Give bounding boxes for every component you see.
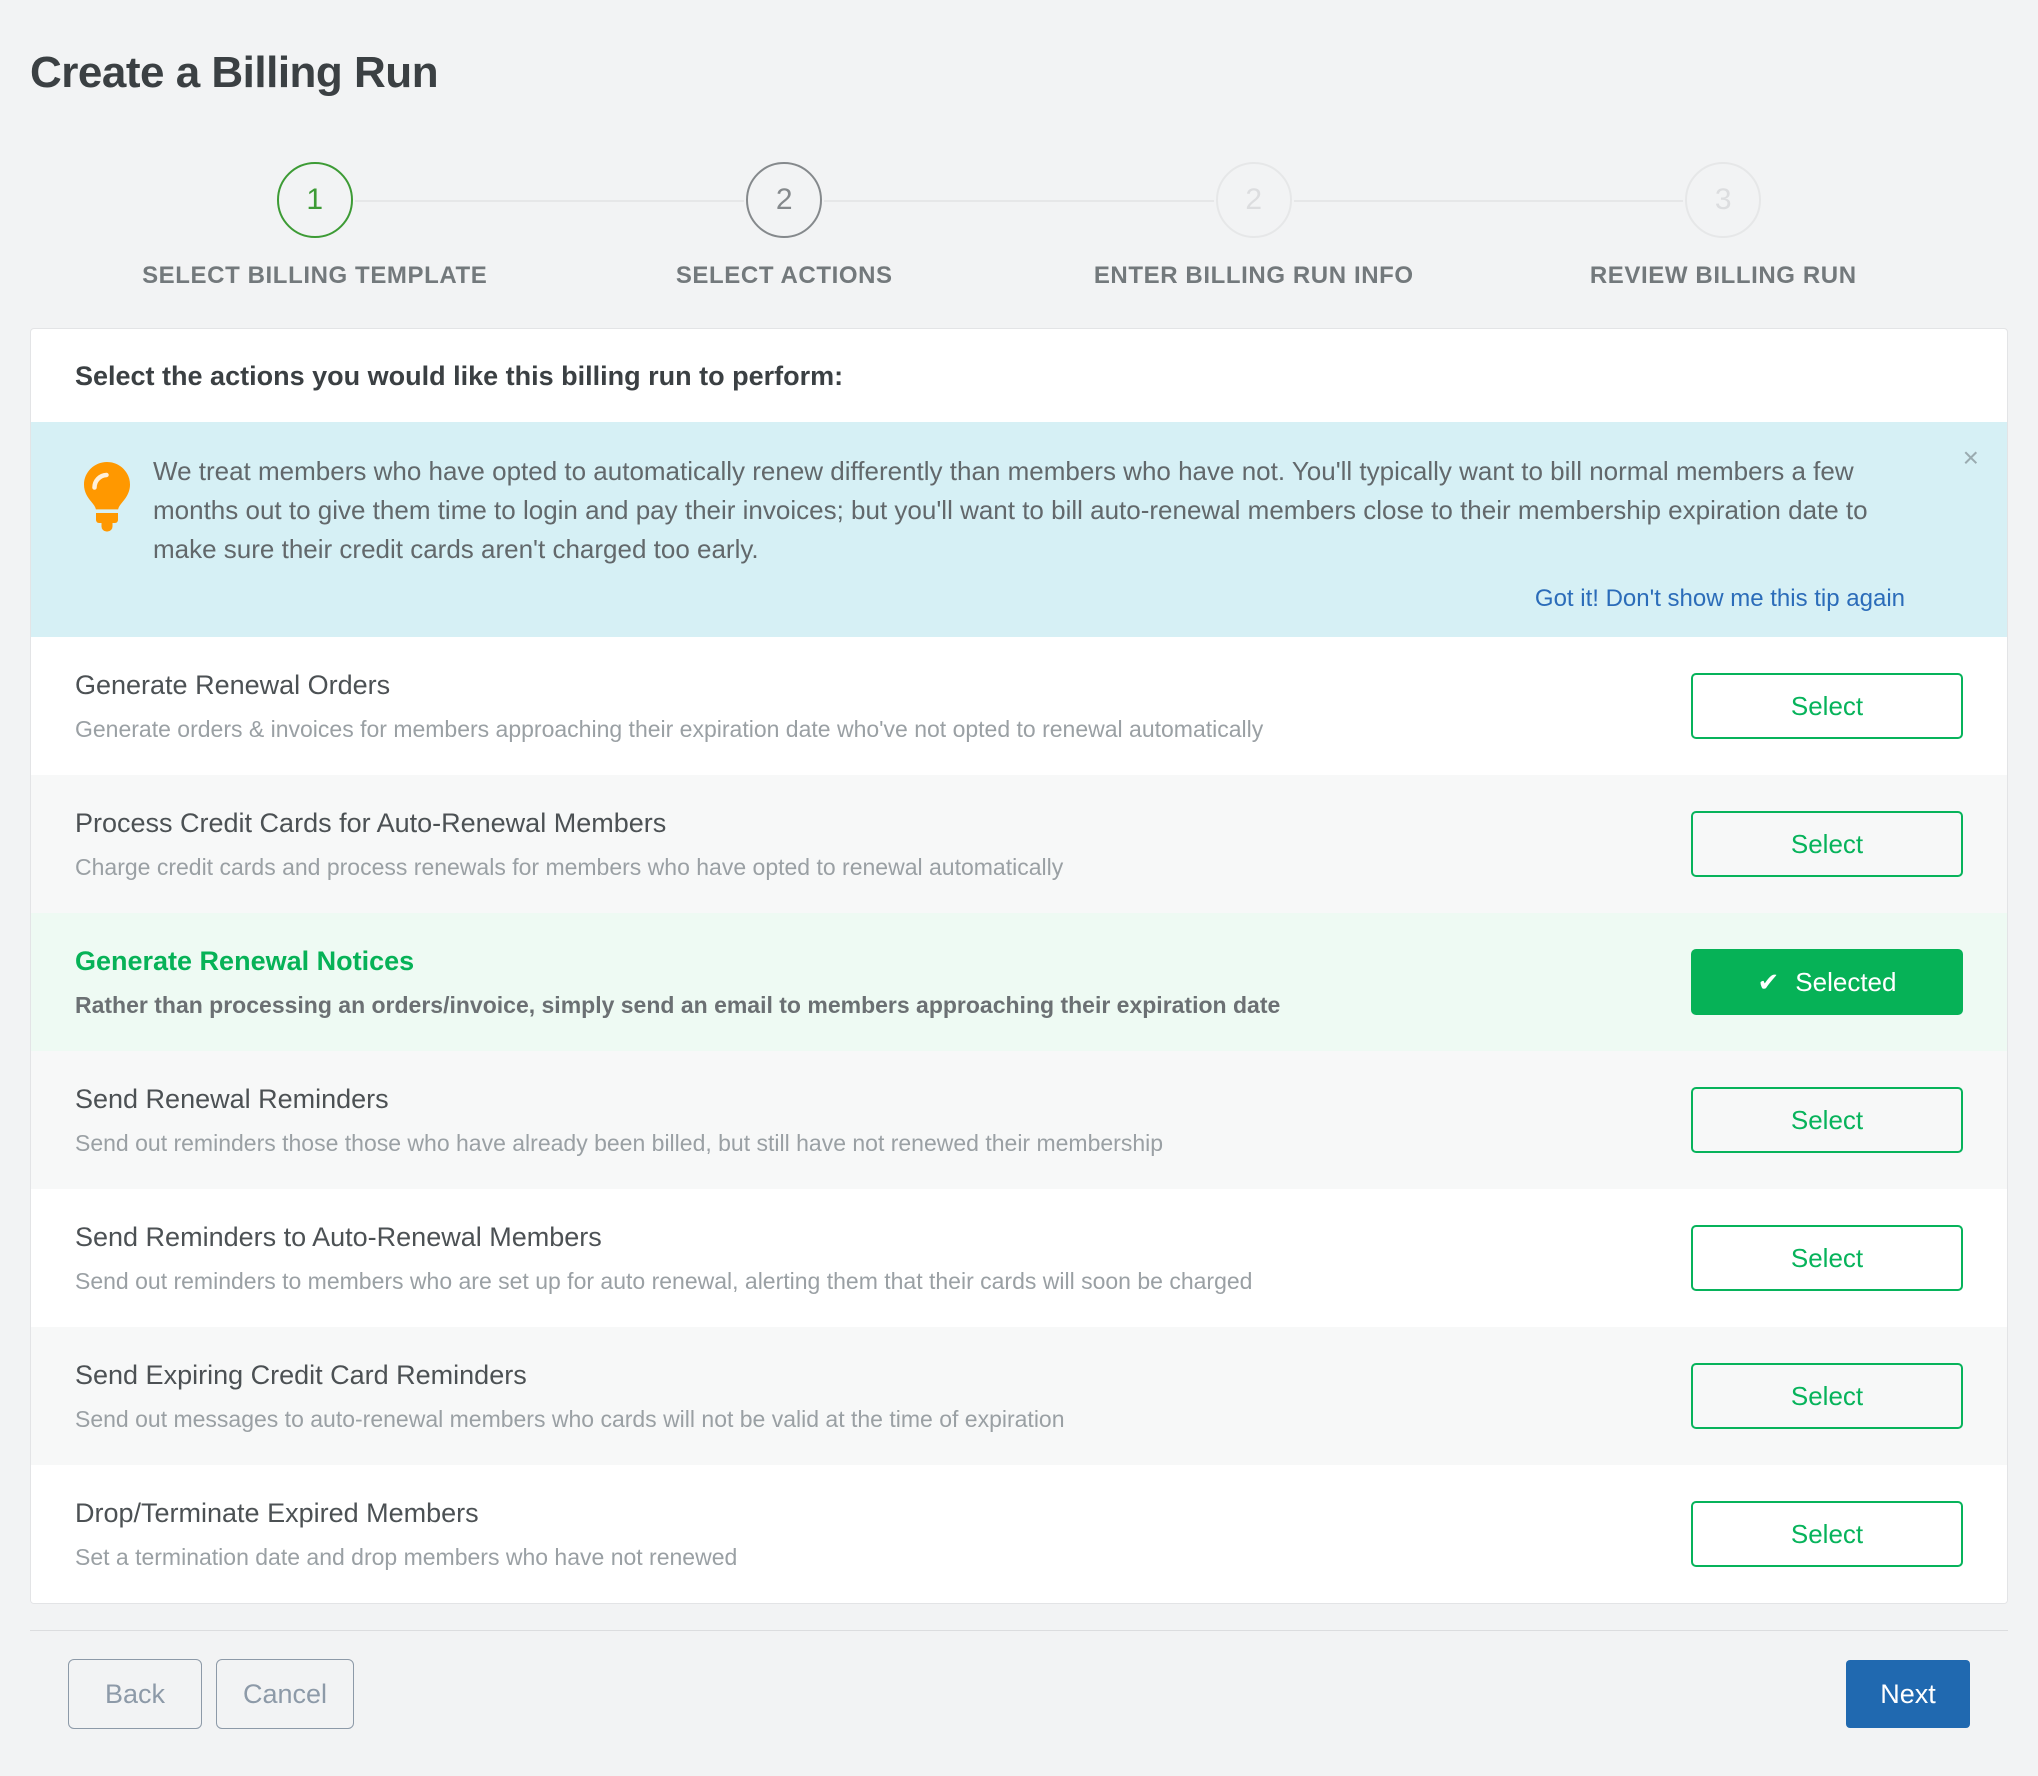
action-title: Drop/Terminate Expired Members (75, 1497, 479, 1528)
stepper-step-3[interactable]: 2 Enter Billing Run Info (1019, 160, 1489, 290)
action-text: Drop/Terminate Expired Members Set a term… (75, 1496, 1691, 1573)
action-select-button[interactable]: Select (1691, 1087, 1963, 1154)
action-select-button[interactable]: Select (1691, 1363, 1963, 1430)
action-row[interactable]: Send Expiring Credit Card Reminders Send … (31, 1327, 2007, 1466)
action-text: Send Renewal Reminders Send out reminders… (75, 1082, 1691, 1159)
action-description: Charge credit cards and process renewals… (75, 853, 1064, 880)
dismiss-tip-link[interactable]: Got it! Don't show me this tip again (1535, 585, 1905, 612)
stepper-step-number: 2 (1215, 162, 1292, 239)
action-button-label: Selected (1795, 966, 1897, 997)
action-title: Send Expiring Credit Card Reminders (75, 1359, 527, 1390)
action-title: Send Reminders to Auto-Renewal Members (75, 1221, 602, 1252)
next-button[interactable]: Next (1846, 1660, 1970, 1729)
stepper-step-number: 2 (746, 162, 823, 239)
action-description: Rather than processing an orders/invoice… (75, 991, 1281, 1018)
action-description: Send out messages to auto-renewal member… (75, 1405, 1065, 1432)
action-row[interactable]: Generate Renewal Orders Generate orders &… (31, 637, 2007, 776)
page-title: Create a Billing Run (30, 48, 439, 98)
stepper-step-label: Review Billing Run (1589, 262, 1857, 290)
action-title: Send Renewal Reminders (75, 1083, 389, 1114)
wizard-stepper: 1 Select Billing Template 2 Select Actions 2… (0, 160, 2038, 290)
action-title: Generate Renewal Notices (75, 945, 415, 976)
footer-left-buttons: Back Cancel (68, 1659, 355, 1730)
action-select-button[interactable]: Select (1691, 1225, 1963, 1292)
tip-banner: We treat members who have opted to autom… (31, 422, 2007, 638)
action-button-label: Select (1790, 1380, 1864, 1411)
action-row[interactable]: Send Renewal Reminders Send out reminders… (31, 1051, 2007, 1190)
stepper-step-2[interactable]: 2 Select Actions (549, 160, 1019, 290)
check-icon: ✔ (1757, 967, 1780, 998)
action-button-label: Select (1790, 690, 1864, 721)
action-selected-button[interactable]: ✔ Selected (1691, 949, 1963, 1016)
stepper-step-circle-wrap: 1 (80, 160, 550, 240)
stepper-connector-right (824, 200, 1019, 203)
tip-link-row: Got it! Don't show me this tip again (153, 585, 1909, 613)
stepper-connector-left (1019, 200, 1214, 203)
stepper-step-label: Select Billing Template (142, 262, 488, 290)
cancel-button[interactable]: Cancel (216, 1659, 355, 1730)
action-row[interactable]: Drop/Terminate Expired Members Set a term… (31, 1465, 2007, 1604)
action-button-label: Select (1790, 828, 1864, 859)
stepper-step-label: Select Actions (675, 262, 893, 290)
stepper-connector-right (354, 200, 550, 203)
action-text: Send Expiring Credit Card Reminders Send … (75, 1358, 1691, 1435)
action-button-label: Select (1790, 1518, 1864, 1549)
stepper-step-number: 3 (1685, 162, 1762, 239)
stepper-connector-left (1488, 200, 1684, 203)
stepper-connector-right (1293, 200, 1489, 203)
action-text: Process Credit Cards for Auto-Renewal Me… (75, 806, 1691, 883)
stepper-connector-left (549, 200, 745, 203)
action-button-label: Select (1790, 1104, 1864, 1135)
action-description: Send out reminders those those who have … (75, 1129, 1164, 1156)
wizard-footer: Back Cancel Next (30, 1630, 2008, 1730)
close-icon[interactable]: × (1963, 444, 1979, 472)
action-text: Send Reminders to Auto-Renewal Members Se… (75, 1220, 1691, 1297)
tip-body: We treat members who have opted to autom… (153, 452, 1965, 613)
action-text: Generate Renewal Notices Rather than proc… (75, 944, 1691, 1021)
action-row[interactable]: Process Credit Cards for Auto-Renewal Me… (31, 775, 2007, 914)
card-header-text: Select the actions you would like this b… (75, 361, 844, 392)
stepper-step-4[interactable]: 3 Review Billing Run (1488, 160, 1959, 290)
action-title: Generate Renewal Orders (75, 669, 391, 700)
action-title: Process Credit Cards for Auto-Renewal Me… (75, 807, 667, 838)
action-select-button[interactable]: Select (1691, 1501, 1963, 1568)
stepper-step-circle-wrap: 2 (549, 160, 1019, 240)
action-description: Send out reminders to members who are se… (75, 1267, 1253, 1294)
action-select-button[interactable]: Select (1691, 673, 1963, 740)
stepper-step-1[interactable]: 1 Select Billing Template (80, 160, 550, 290)
action-button-label: Select (1790, 1242, 1864, 1273)
stepper-step-number: 1 (276, 162, 353, 239)
billing-run-wizard-page: Create a Billing Run 1 Select Billing Tem… (0, 0, 2038, 1776)
back-button[interactable]: Back (68, 1659, 202, 1730)
action-row[interactable]: Generate Renewal Notices Rather than proc… (31, 913, 2007, 1052)
action-text: Generate Renewal Orders Generate orders &… (75, 668, 1691, 745)
action-description: Set a termination date and drop members … (75, 1543, 738, 1570)
action-select-button[interactable]: Select (1691, 811, 1963, 878)
stepper-step-circle-wrap: 2 (1019, 160, 1489, 240)
tip-text: We treat members who have opted to autom… (153, 456, 1868, 565)
stepper-step-circle-wrap: 3 (1488, 160, 1959, 240)
select-actions-card: Select the actions you would like this b… (30, 328, 2008, 1605)
action-row[interactable]: Send Reminders to Auto-Renewal Members Se… (31, 1189, 2007, 1328)
action-description: Generate orders & invoices for members a… (75, 715, 1264, 742)
actions-list: Generate Renewal Orders Generate orders &… (31, 637, 2007, 1604)
lightbulb-icon (61, 452, 153, 613)
stepper-step-label: Enter Billing Run Info (1093, 262, 1414, 290)
footer-right-buttons: Next (1846, 1660, 1970, 1729)
